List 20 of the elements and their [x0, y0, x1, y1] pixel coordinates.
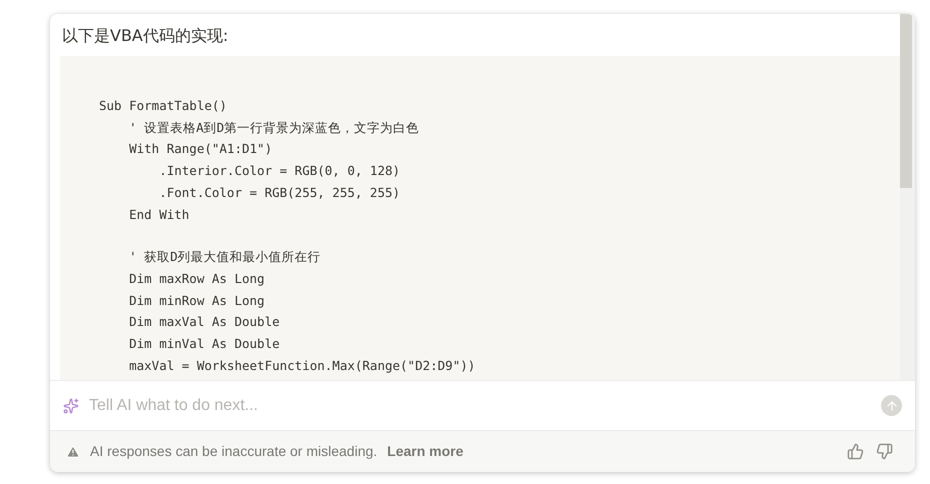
- sparkle-icon: [63, 398, 79, 414]
- code-line: ' 设置表格A到D第一行背景为深蓝色，文字为白色: [128, 118, 420, 137]
- prompt-field[interactable]: Tell AI what to do next...: [89, 394, 881, 418]
- code-line: Sub FormatTable(): [99, 97, 227, 115]
- code-line: Dim maxRow As Long: [128, 270, 265, 288]
- disclaimer-text: AI responses can be inaccurate or misleading.: [90, 442, 378, 461]
- code-line: maxVal = WorksheetFunction.Max(Range("D2:D9")): [128, 356, 476, 375]
- warning-icon: [66, 444, 80, 458]
- code-line: Dim maxVal As Double: [128, 313, 280, 332]
- code-line: .Font.Color = RGB(255, 255, 255): [158, 184, 400, 202]
- code-line: Dim minRow As Long: [128, 292, 265, 310]
- code-line: With Range("A1:D1"): [128, 140, 272, 158]
- learn-more-link[interactable]: Learn more: [387, 441, 464, 462]
- thumbs-down-button[interactable]: [876, 443, 893, 460]
- code-line: .Interior.Color = RGB(0, 0, 128): [158, 162, 400, 180]
- code-line: End With: [128, 206, 190, 224]
- thumbs-up-button[interactable]: [847, 443, 864, 460]
- response-heading: 以下是VBA代码的实现:: [62, 25, 230, 47]
- code-line: ' 获取D列最大值和最小值所在行: [128, 248, 321, 266]
- code-line: Dim minVal As Double: [128, 335, 280, 354]
